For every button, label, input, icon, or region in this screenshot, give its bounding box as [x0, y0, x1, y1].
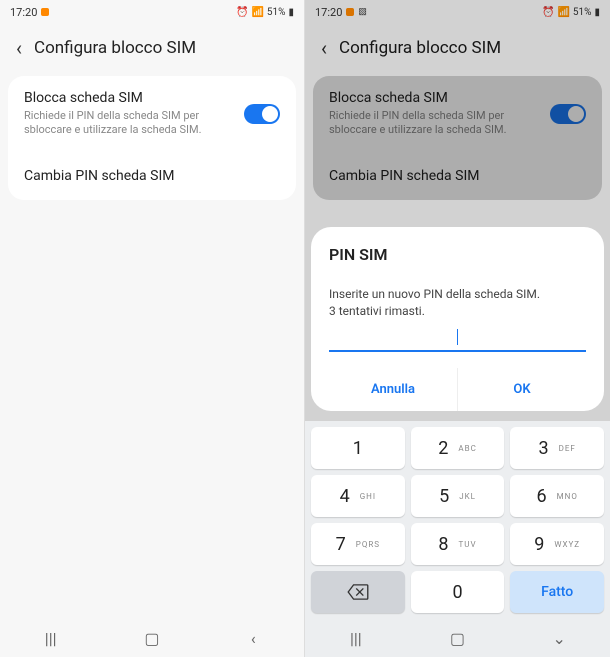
key-7[interactable]: 7PQRS: [311, 523, 405, 565]
battery-text: 51%: [267, 7, 286, 18]
dialog-attempts: 3 tentativi rimasti.: [329, 303, 586, 320]
dialog-title: PIN SIM: [329, 245, 586, 264]
ok-button[interactable]: OK: [458, 368, 586, 411]
block-sim-setting[interactable]: Blocca scheda SIM Richiede il PIN della …: [8, 76, 296, 152]
backspace-icon: [347, 584, 369, 600]
numeric-keypad: 1 2ABC 3DEF 4GHI 5JKL 6MNO 7PQRS 8TUV 9W…: [305, 421, 610, 619]
nav-bar: ||| ▢ ⌄: [305, 619, 610, 657]
key-3[interactable]: 3DEF: [510, 427, 604, 469]
nav-collapse[interactable]: ⌄: [539, 629, 579, 648]
key-backspace[interactable]: [311, 571, 405, 613]
key-0[interactable]: 0: [411, 571, 505, 613]
nav-recent[interactable]: |||: [336, 629, 376, 648]
nav-bar: ||| ▢ ‹: [0, 619, 304, 657]
nav-home[interactable]: ▢: [437, 629, 477, 648]
header: ‹ Configura blocco SIM: [0, 24, 304, 72]
key-2[interactable]: 2ABC: [411, 427, 505, 469]
pin-input[interactable]: [329, 326, 586, 352]
status-time: 17:20: [10, 6, 37, 19]
alarm-icon: ⏰: [236, 7, 248, 18]
key-1[interactable]: 1: [311, 427, 405, 469]
key-9[interactable]: 9WXYZ: [510, 523, 604, 565]
back-button[interactable]: ‹: [16, 36, 22, 60]
nav-back[interactable]: ‹: [233, 629, 273, 648]
cancel-button[interactable]: Annulla: [329, 368, 458, 411]
page-title: Configura blocco SIM: [34, 38, 196, 58]
pin-dialog: PIN SIM Inserite un nuovo PIN della sche…: [311, 227, 604, 411]
battery-icon: ▮: [288, 7, 294, 18]
change-pin-setting[interactable]: Cambia PIN scheda SIM: [8, 152, 296, 200]
key-8[interactable]: 8TUV: [411, 523, 505, 565]
notification-icon: [41, 8, 49, 16]
key-done[interactable]: Fatto: [510, 571, 604, 613]
status-bar: 17:20 ⏰ 📶 51% ▮: [0, 0, 304, 24]
key-5[interactable]: 5JKL: [411, 475, 505, 517]
key-6[interactable]: 6MNO: [510, 475, 604, 517]
nav-recent[interactable]: |||: [31, 629, 71, 648]
dialog-message: Inserite un nuovo PIN della scheda SIM.: [329, 286, 586, 303]
block-sim-title: Blocca scheda SIM: [24, 90, 244, 106]
key-4[interactable]: 4GHI: [311, 475, 405, 517]
nav-home[interactable]: ▢: [132, 629, 172, 648]
signal-icon: 📶: [251, 7, 263, 18]
block-sim-toggle[interactable]: [244, 104, 280, 124]
block-sim-desc: Richiede il PIN della scheda SIM per sbl…: [24, 109, 244, 138]
